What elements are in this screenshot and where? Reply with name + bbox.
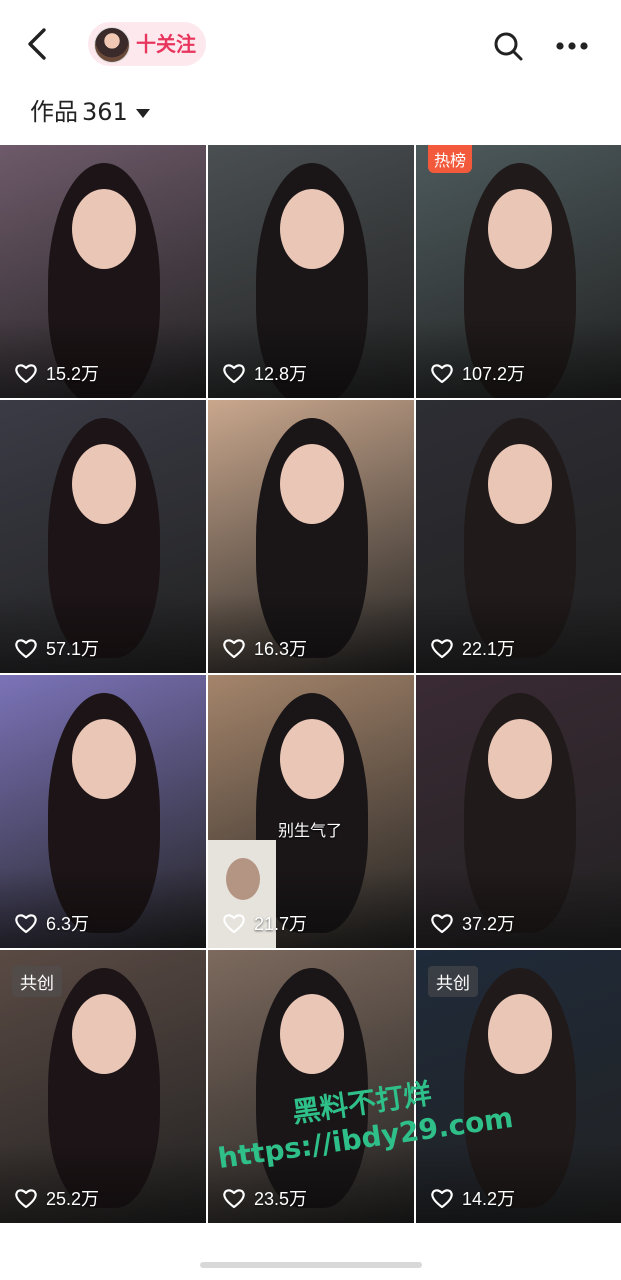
- back-button[interactable]: [18, 22, 58, 66]
- chevron-left-icon: [28, 28, 46, 60]
- thumbnail-shade: [0, 1143, 206, 1223]
- video-tile[interactable]: 16.3万: [208, 400, 414, 673]
- heart-icon: [431, 914, 453, 934]
- like-count: 37.2万: [430, 910, 515, 936]
- follow-button[interactable]: 十关注: [88, 22, 206, 66]
- co-create-badge: 共创: [12, 966, 62, 997]
- video-tile[interactable]: 22.1万: [416, 400, 621, 673]
- like-count-text: 15.2万: [46, 364, 100, 384]
- like-count: 21.7万: [222, 910, 307, 936]
- thumbnail-face: [280, 189, 344, 269]
- like-count-text: 16.3万: [254, 639, 308, 659]
- like-count-text: 21.7万: [254, 914, 308, 934]
- like-count-text: 25.2万: [46, 1189, 100, 1209]
- video-tile[interactable]: 37.2万: [416, 675, 621, 948]
- heart-icon: [431, 639, 453, 659]
- like-count-text: 107.2万: [462, 364, 526, 384]
- thumbnail-face: [280, 994, 344, 1074]
- home-indicator[interactable]: [200, 1262, 422, 1268]
- more-button[interactable]: [552, 28, 592, 64]
- heart-icon: [15, 639, 37, 659]
- video-tile[interactable]: 热榜 107.2万: [416, 145, 621, 398]
- thumbnail-shade: [0, 868, 206, 948]
- heart-icon: [223, 364, 245, 384]
- thumbnail-face: [72, 189, 136, 269]
- thumbnail-face: [488, 189, 552, 269]
- like-count: 15.2万: [14, 360, 99, 386]
- thumbnail-face: [488, 719, 552, 799]
- search-icon: [494, 32, 523, 61]
- like-count-text: 57.1万: [46, 639, 100, 659]
- like-count-text: 14.2万: [462, 1189, 516, 1209]
- like-count: 22.1万: [430, 635, 515, 661]
- thumbnail-face: [280, 444, 344, 524]
- like-count: 6.3万: [14, 910, 89, 936]
- video-tile[interactable]: 6.3万: [0, 675, 206, 948]
- hot-badge: 热榜: [428, 145, 473, 173]
- like-count: 16.3万: [222, 635, 307, 661]
- like-count: 25.2万: [14, 1185, 99, 1211]
- heart-icon: [431, 364, 453, 384]
- thumbnail-shade: [416, 593, 621, 673]
- like-count-text: 6.3万: [46, 914, 90, 934]
- works-count: 361: [82, 98, 128, 126]
- like-count-text: 22.1万: [462, 639, 516, 659]
- like-count: 107.2万: [430, 360, 525, 386]
- like-count-text: 12.8万: [254, 364, 308, 384]
- works-filter[interactable]: 作品 361: [30, 94, 150, 130]
- thumbnail-face: [72, 444, 136, 524]
- overlay-caption: 别生气了: [278, 821, 343, 840]
- co-create-badge: 共创: [428, 966, 478, 997]
- heart-icon: [431, 1189, 453, 1209]
- video-tile[interactable]: 共创 25.2万: [0, 950, 206, 1223]
- caret-down-icon: [135, 109, 150, 118]
- thumbnail-face: [72, 994, 136, 1074]
- thumbnail-face: [488, 444, 552, 524]
- like-count: 12.8万: [222, 360, 307, 386]
- heart-icon: [15, 364, 37, 384]
- like-count-text: 23.5万: [254, 1189, 308, 1209]
- thumbnail-shade: [416, 868, 621, 948]
- video-tile[interactable]: 12.8万: [208, 145, 414, 398]
- heart-icon: [223, 639, 245, 659]
- thumbnail-face: [280, 719, 344, 799]
- follow-label: 十关注: [136, 32, 196, 56]
- like-count-text: 37.2万: [462, 914, 516, 934]
- thumbnail-shade: [0, 593, 206, 673]
- video-tile[interactable]: 57.1万: [0, 400, 206, 673]
- like-count: 14.2万: [430, 1185, 515, 1211]
- like-count: 57.1万: [14, 635, 99, 661]
- works-label: 作品: [30, 98, 78, 126]
- video-tile[interactable]: 别生气了 21.7万: [208, 675, 414, 948]
- heart-icon: [223, 914, 245, 934]
- thumbnail-shade: [416, 318, 621, 398]
- thumbnail-shade: [208, 593, 414, 673]
- heart-icon: [15, 1189, 37, 1209]
- top-bar: 十关注: [0, 0, 621, 88]
- video-tile[interactable]: 15.2万: [0, 145, 206, 398]
- heart-icon: [15, 914, 37, 934]
- thumbnail-shade: [0, 318, 206, 398]
- search-button[interactable]: [490, 28, 526, 64]
- thumbnail-face: [72, 719, 136, 799]
- thumbnail-shade: [208, 318, 414, 398]
- avatar[interactable]: [94, 27, 130, 63]
- more-dots-icon: [556, 42, 588, 50]
